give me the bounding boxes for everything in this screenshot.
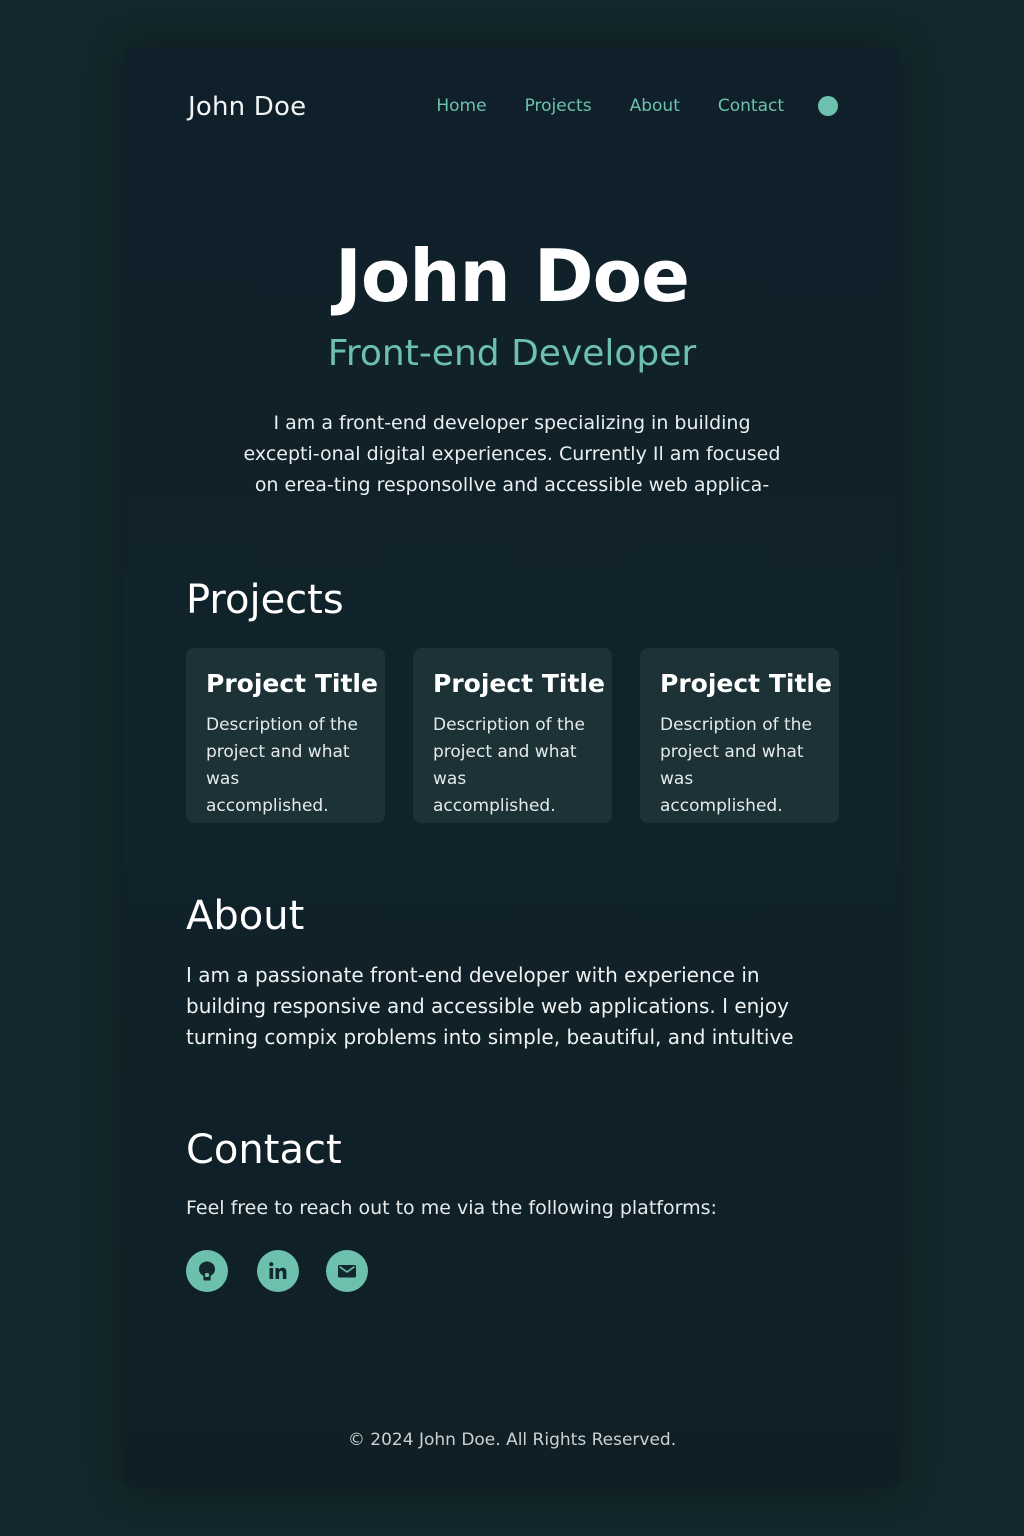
linkedin-link[interactable] [257,1250,299,1292]
contact-heading: Contact [186,1127,342,1173]
project-card[interactable]: Project Title Description of the project… [413,648,612,823]
portfolio-page: John Doe Home Projects About Contact Joh… [124,48,900,1488]
github-icon [199,1261,215,1281]
about-heading: About [186,893,305,939]
site-footer: © 2024 John Doe. All Rights Reserved. [347,1430,677,1450]
project-card[interactable]: Project Title Description of the project… [640,648,839,823]
brand-name[interactable]: John Doe [188,92,306,122]
project-description: Description of the project and what was … [433,714,585,816]
project-description: Description of the project and what was … [206,714,358,816]
about-text: I am a passionate front-end developer wi… [186,963,794,1049]
project-title: Project Title [433,669,605,698]
nav-link-home[interactable]: Home [436,96,486,116]
nav-link-projects[interactable]: Projects [525,96,592,116]
github-link[interactable] [186,1250,228,1292]
circle-dot-icon[interactable] [818,96,838,116]
nav-link-contact[interactable]: Contact [718,96,784,116]
project-title: Project Title [206,669,378,698]
main-nav: Home Projects About Contact [436,96,838,116]
site-header: John Doe Home Projects About Contact [188,84,838,132]
contact-text: Feel free to reach out to me via the fol… [186,1197,717,1219]
nav-link-about[interactable]: About [630,96,680,116]
mail-icon [338,1265,356,1278]
projects-grid: Project Title Description of the project… [186,648,839,823]
project-title: Project Title [660,669,832,698]
project-description: Description of the project and what was … [660,714,812,816]
linkedin-icon [269,1262,287,1279]
project-card[interactable]: Project Title Description of the project… [186,648,385,823]
mail-link[interactable] [326,1250,368,1292]
hero-subtitle: Front-end Developer [327,333,697,374]
hero-intro-text: I am a front-end developer specializing … [243,412,781,496]
projects-heading: Projects [186,577,344,623]
hero-title: John Doe [335,234,690,318]
